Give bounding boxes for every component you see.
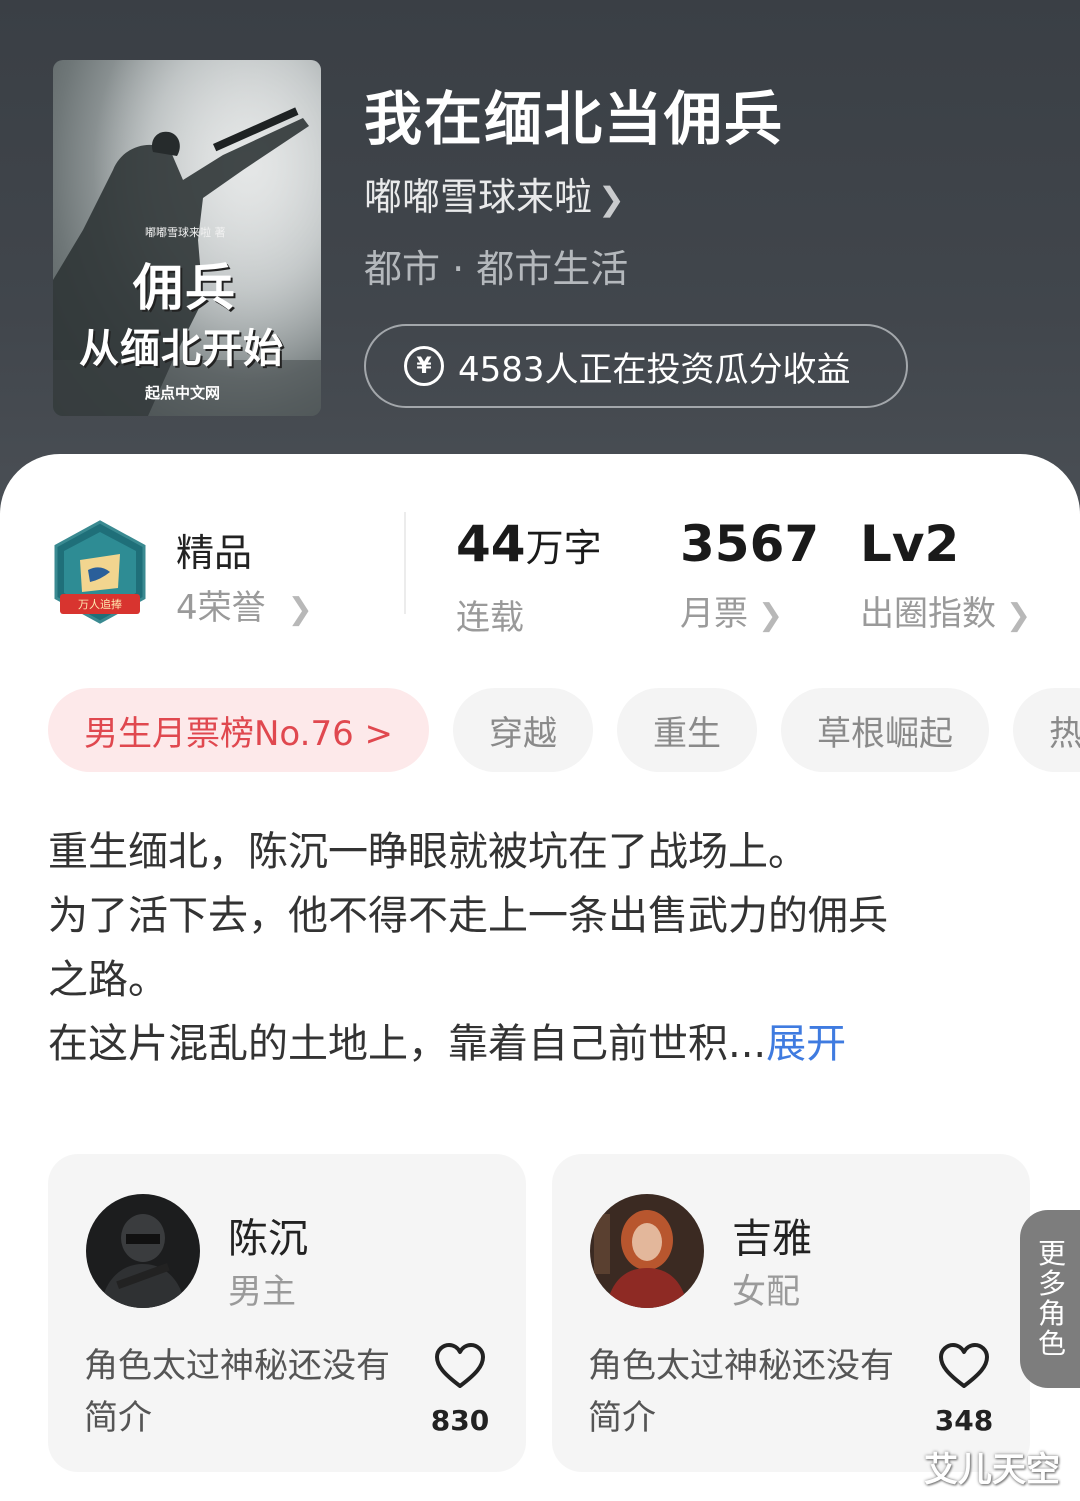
cover-title-line2: 从缅北开始: [79, 326, 284, 372]
character-avatar: [590, 1194, 704, 1308]
stat-popularity-index[interactable]: Lv2 出圈指数 ❯: [860, 514, 1031, 635]
character-card[interactable]: 吉雅 女配 角色太过神秘还没有简介 348: [552, 1154, 1030, 1472]
like-count: 830: [430, 1404, 490, 1437]
character-name: 吉雅: [732, 1216, 812, 1262]
more-characters-label: 多: [1037, 1267, 1066, 1300]
popularity-level: Lv2: [860, 515, 960, 573]
more-characters-button[interactable]: 更 多 角 色: [1020, 1210, 1080, 1388]
book-cover[interactable]: 嘟嘟雪球来啦 著 佣兵 从缅北开始 起点中文网: [53, 60, 321, 416]
invest-button[interactable]: ¥ 4583人正在投资瓜分收益: [364, 324, 908, 408]
badge-ribbon-text: 万人追捧: [78, 597, 122, 611]
popularity-label: 出圈指数: [860, 594, 996, 634]
serial-status: 连载: [456, 598, 524, 638]
rank-tag[interactable]: 男生月票榜No.76 >: [48, 688, 430, 772]
expand-link[interactable]: 展开: [766, 1021, 846, 1067]
heart-icon[interactable]: [434, 1342, 486, 1390]
chevron-right-icon: ❯: [598, 180, 625, 218]
stat-monthly-tickets[interactable]: 3567 月票 ❯: [680, 514, 819, 635]
character-role: 男主: [228, 1272, 296, 1312]
divider: [404, 512, 406, 614]
book-title: 我在缅北当佣兵: [364, 85, 785, 153]
chevron-right-icon: ❯: [1006, 598, 1032, 633]
chevron-right-icon: ❯: [758, 598, 784, 633]
cover-title-line1: 佣兵: [133, 258, 237, 317]
character-avatar: [86, 1194, 200, 1308]
author-name: 嘟嘟雪球来啦: [364, 175, 593, 219]
book-genre: 都市 · 都市生活: [364, 247, 629, 291]
cover-author-credit: 嘟嘟雪球来啦 著: [145, 226, 226, 239]
tag-chip[interactable]: 草根崛起: [781, 688, 990, 772]
description-line: 之路。: [48, 957, 168, 1003]
stat-word-count: 44万字 连载: [456, 514, 602, 639]
book-description: 重生缅北，陈沉一睁眼就被坑在了战场上。 为了活下去，他不得不走上一条出售武力的佣…: [48, 820, 1038, 1076]
monthly-ticket-label: 月票: [680, 594, 748, 634]
character-card[interactable]: 陈沉 男主 角色太过神秘还没有简介 830: [48, 1154, 526, 1472]
description-line: 为了活下去，他不得不走上一条出售武力的佣兵: [48, 893, 888, 939]
tag-chip[interactable]: 重生: [617, 688, 758, 772]
tag-row: 男生月票榜No.76 > 穿越 重生 草根崛起 热: [48, 688, 1080, 772]
honor-count: 4荣誉: [176, 588, 266, 628]
author-link[interactable]: 嘟嘟雪球来啦 ❯: [364, 166, 625, 221]
more-characters-label: 色: [1037, 1327, 1066, 1360]
monthly-ticket-count: 3567: [680, 515, 820, 573]
description-line: 重生缅北，陈沉一睁眼就被坑在了战场上。: [48, 829, 808, 875]
character-intro: 角色太过神秘还没有简介: [588, 1346, 894, 1438]
yen-coin-icon: ¥: [404, 346, 444, 386]
tag-chip[interactable]: 穿越: [453, 688, 594, 772]
cover-publisher: 起点中文网: [145, 384, 221, 402]
honor-badge-icon[interactable]: 万人追捧: [50, 520, 150, 626]
like-count: 348: [934, 1404, 994, 1437]
more-characters-label: 更: [1037, 1237, 1066, 1270]
invest-text: 4583人正在投资瓜分收益: [458, 349, 851, 390]
heart-icon[interactable]: [938, 1342, 990, 1390]
watermark: 艾儿天空: [924, 1450, 1060, 1490]
word-count-number: 44: [456, 515, 526, 573]
chevron-right-icon: ❯: [287, 592, 313, 627]
character-name: 陈沉: [228, 1216, 308, 1262]
more-characters-label: 角: [1037, 1297, 1066, 1330]
character-intro: 角色太过神秘还没有简介: [84, 1346, 390, 1438]
honor-title: 精品: [176, 531, 253, 575]
word-count-unit: 万字: [525, 526, 602, 570]
character-role: 女配: [732, 1272, 800, 1312]
honor-link[interactable]: 4荣誉 ❯: [176, 580, 313, 629]
description-line: 在这片混乱的土地上，靠着自己前世积...: [48, 1021, 767, 1067]
tag-chip[interactable]: 热: [1013, 688, 1080, 772]
